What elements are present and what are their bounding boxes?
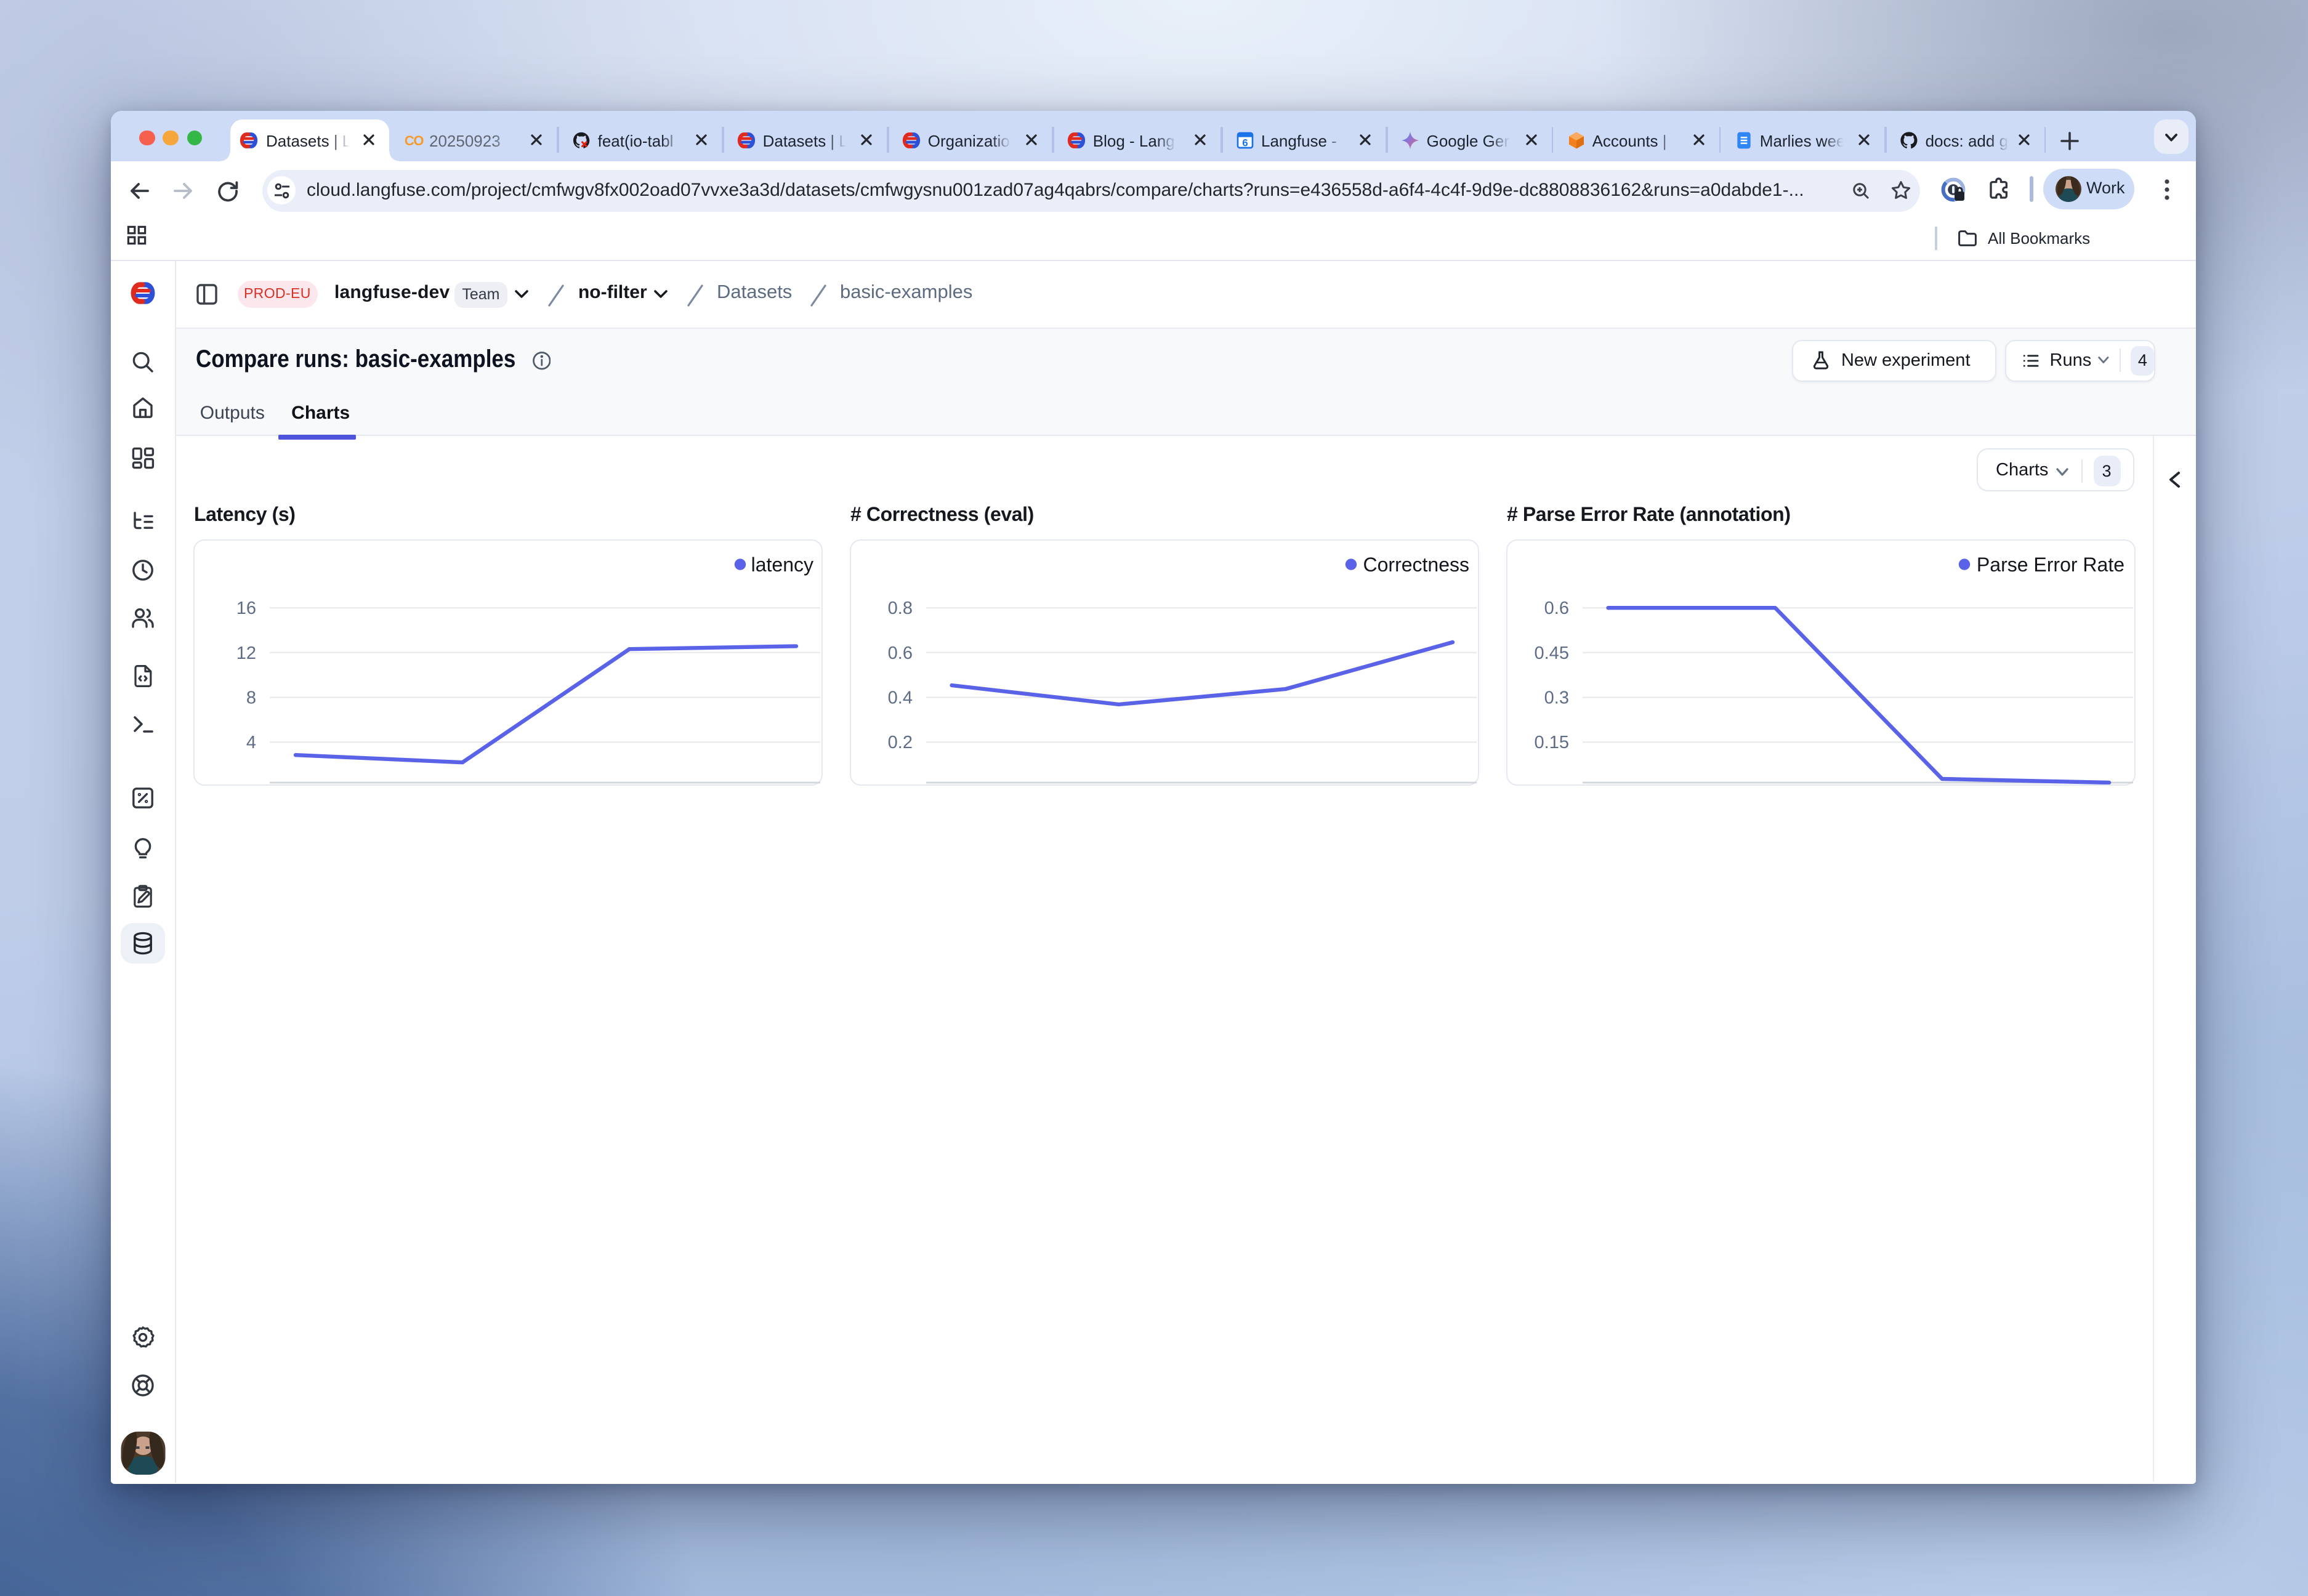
svg-text:CO: CO xyxy=(404,133,423,148)
svg-text:16: 16 xyxy=(237,599,257,619)
svg-text:latency: latency xyxy=(752,554,814,576)
svg-text:0.8: 0.8 xyxy=(889,599,913,619)
svg-text:12: 12 xyxy=(237,644,257,664)
svg-text:0.2: 0.2 xyxy=(889,733,913,753)
svg-text:0.45: 0.45 xyxy=(1535,644,1570,664)
svg-text:0.3: 0.3 xyxy=(1545,688,1570,708)
svg-text:0.6: 0.6 xyxy=(889,644,913,664)
svg-text:Correctness: Correctness xyxy=(1363,554,1470,576)
svg-text:4: 4 xyxy=(247,733,257,753)
svg-text:0.15: 0.15 xyxy=(1535,733,1570,753)
svg-text:6: 6 xyxy=(1242,137,1248,148)
svg-text:8: 8 xyxy=(247,688,257,708)
svg-text:0.4: 0.4 xyxy=(889,688,913,708)
svg-text:Parse Error Rate: Parse Error Rate xyxy=(1977,554,2125,576)
svg-text:0.6: 0.6 xyxy=(1545,599,1570,619)
